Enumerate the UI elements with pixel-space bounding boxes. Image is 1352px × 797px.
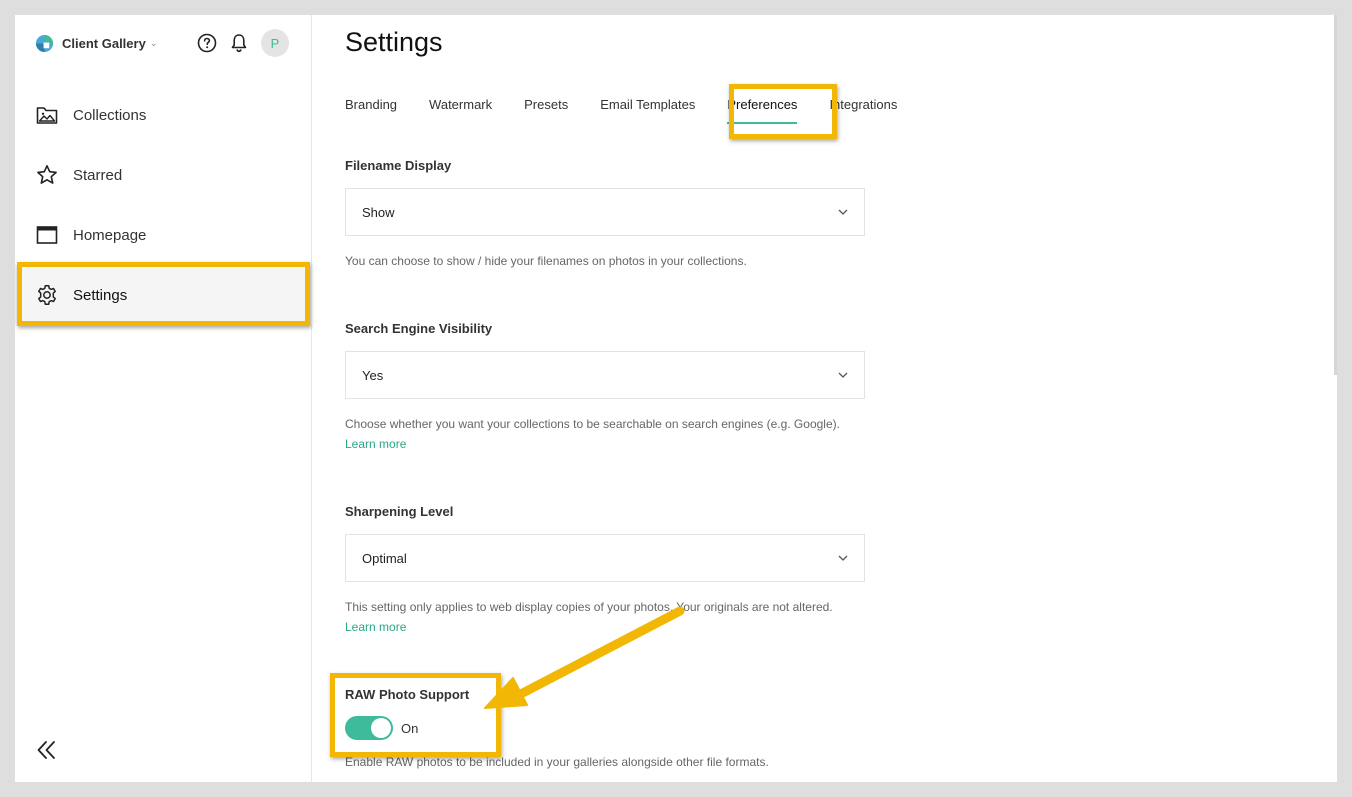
scrollbar[interactable] — [1334, 15, 1337, 375]
image-folder-icon — [35, 103, 59, 127]
tab-preferences[interactable]: Preferences — [727, 97, 798, 124]
search-visibility-label: Search Engine Visibility — [345, 321, 493, 336]
sidebar-item-homepage[interactable]: Homepage — [15, 205, 312, 265]
raw-support-help: Enable RAW photos to be included in your… — [345, 755, 769, 769]
select-value: Yes — [362, 367, 384, 383]
sidebar-item-starred[interactable]: Starred — [15, 145, 312, 205]
sidebar-item-settings[interactable]: Settings — [15, 265, 312, 325]
sharpening-help: This setting only applies to web display… — [345, 600, 833, 634]
toggle-state: On — [401, 720, 419, 736]
search-visibility-select[interactable]: Yes — [345, 351, 865, 399]
avatar[interactable]: P — [261, 29, 289, 57]
sidebar: Client Gallery ⌄ P Collections Starred H… — [15, 15, 312, 782]
gear-icon — [35, 283, 59, 307]
brand-switcher[interactable]: Client Gallery ⌄ — [35, 32, 157, 54]
browser-window-icon — [35, 223, 59, 247]
filename-display-select[interactable]: Show — [345, 188, 865, 236]
search-visibility-help: Choose whether you want your collections… — [345, 417, 840, 451]
tab-branding[interactable]: Branding — [345, 97, 397, 124]
settings-tabs: Branding Watermark Presets Email Templat… — [345, 97, 929, 124]
sidebar-item-collections[interactable]: Collections — [15, 85, 312, 145]
sharpening-select[interactable]: Optimal — [345, 534, 865, 582]
sidebar-nav: Collections Starred Homepage Settings — [15, 85, 312, 325]
chevron-down-icon — [838, 209, 848, 215]
page-title: Settings — [345, 27, 443, 57]
tab-watermark[interactable]: Watermark — [429, 97, 492, 124]
bell-icon[interactable] — [227, 31, 251, 55]
learn-more-link[interactable]: Learn more — [345, 437, 406, 451]
learn-more-link[interactable]: Learn more — [345, 620, 406, 634]
raw-support-toggle[interactable] — [345, 716, 393, 740]
sidebar-item-label: Homepage — [73, 226, 147, 244]
tab-integrations[interactable]: Integrations — [829, 97, 897, 124]
sidebar-item-label: Settings — [73, 286, 128, 304]
chevron-down-icon — [838, 372, 848, 378]
toggle-knob — [371, 718, 391, 738]
tab-email-templates[interactable]: Email Templates — [600, 97, 695, 124]
brand-name: Client Gallery — [62, 35, 146, 51]
select-value: Optimal — [362, 550, 407, 566]
top-icons: P — [195, 29, 289, 57]
sidebar-item-label: Collections — [73, 106, 147, 124]
search-visibility-section: Search Engine Visibility Yes Choose whet… — [345, 321, 865, 454]
sharpening-label: Sharpening Level — [345, 504, 454, 519]
sidebar-item-label: Starred — [73, 166, 123, 184]
filename-display-label: Filename Display — [345, 158, 452, 173]
select-value: Show — [362, 204, 395, 220]
chevron-down-icon: ⌄ — [149, 37, 158, 48]
raw-support-label: RAW Photo Support — [345, 687, 470, 702]
help-circle-icon[interactable] — [195, 31, 219, 55]
app-window: Client Gallery ⌄ P Collections Starred H… — [15, 15, 1337, 782]
chevron-down-icon — [838, 555, 848, 561]
tab-presets[interactable]: Presets — [524, 97, 568, 124]
double-chevron-left-icon[interactable] — [35, 738, 59, 762]
filename-display-section: Filename Display Show You can choose to … — [345, 158, 865, 271]
sharpening-section: Sharpening Level Optimal This setting on… — [345, 504, 865, 637]
filename-display-help: You can choose to show / hide your filen… — [345, 254, 747, 268]
star-icon — [35, 163, 59, 187]
raw-support-toggle-row: On — [345, 716, 865, 740]
brand-logo-icon — [35, 34, 54, 52]
main-content: Settings Branding Watermark Presets Emai… — [313, 15, 1337, 782]
raw-support-section: RAW Photo Support On Enable RAW photos t… — [345, 687, 865, 772]
